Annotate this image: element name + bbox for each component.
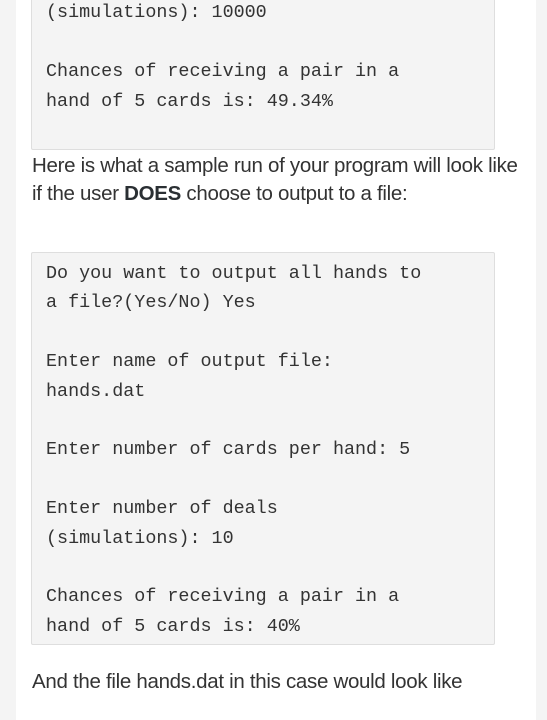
code-line: Enter number of cards per hand: 5: [46, 439, 411, 461]
intro-paragraph: Here is what a sample run of your progra…: [32, 152, 522, 208]
code-line: hand of 5 cards is: 40%: [46, 615, 300, 637]
sample-output-block-no-file: Enter number of deals (simulations): 100…: [31, 0, 495, 150]
code-line: a file?(Yes/No) Yes: [46, 292, 256, 314]
code-line: (simulations): 10000: [46, 2, 267, 24]
code-line: hand of 5 cards is: 49.34%: [46, 90, 333, 112]
code-line: Do you want to output all hands to: [46, 263, 422, 284]
code-line: Chances of receiving a pair in a: [46, 61, 400, 83]
closing-paragraph: And the file hands.dat in this case woul…: [32, 670, 463, 693]
code-line: Enter name of output file:: [46, 351, 333, 373]
code-line: (simulations): 10: [46, 527, 234, 549]
code-line: hands.dat: [46, 380, 146, 402]
code-line: Chances of receiving a pair in a: [46, 586, 400, 608]
intro-text-after: choose to output to a file:: [181, 182, 408, 205]
sample-output-block-with-file: Do you want to output all hands to a fil…: [31, 252, 495, 645]
code-line: Enter number of deals: [46, 498, 278, 520]
intro-emphasis: DOES: [124, 182, 182, 205]
content-card: Enter number of deals (simulations): 100…: [16, 0, 536, 720]
